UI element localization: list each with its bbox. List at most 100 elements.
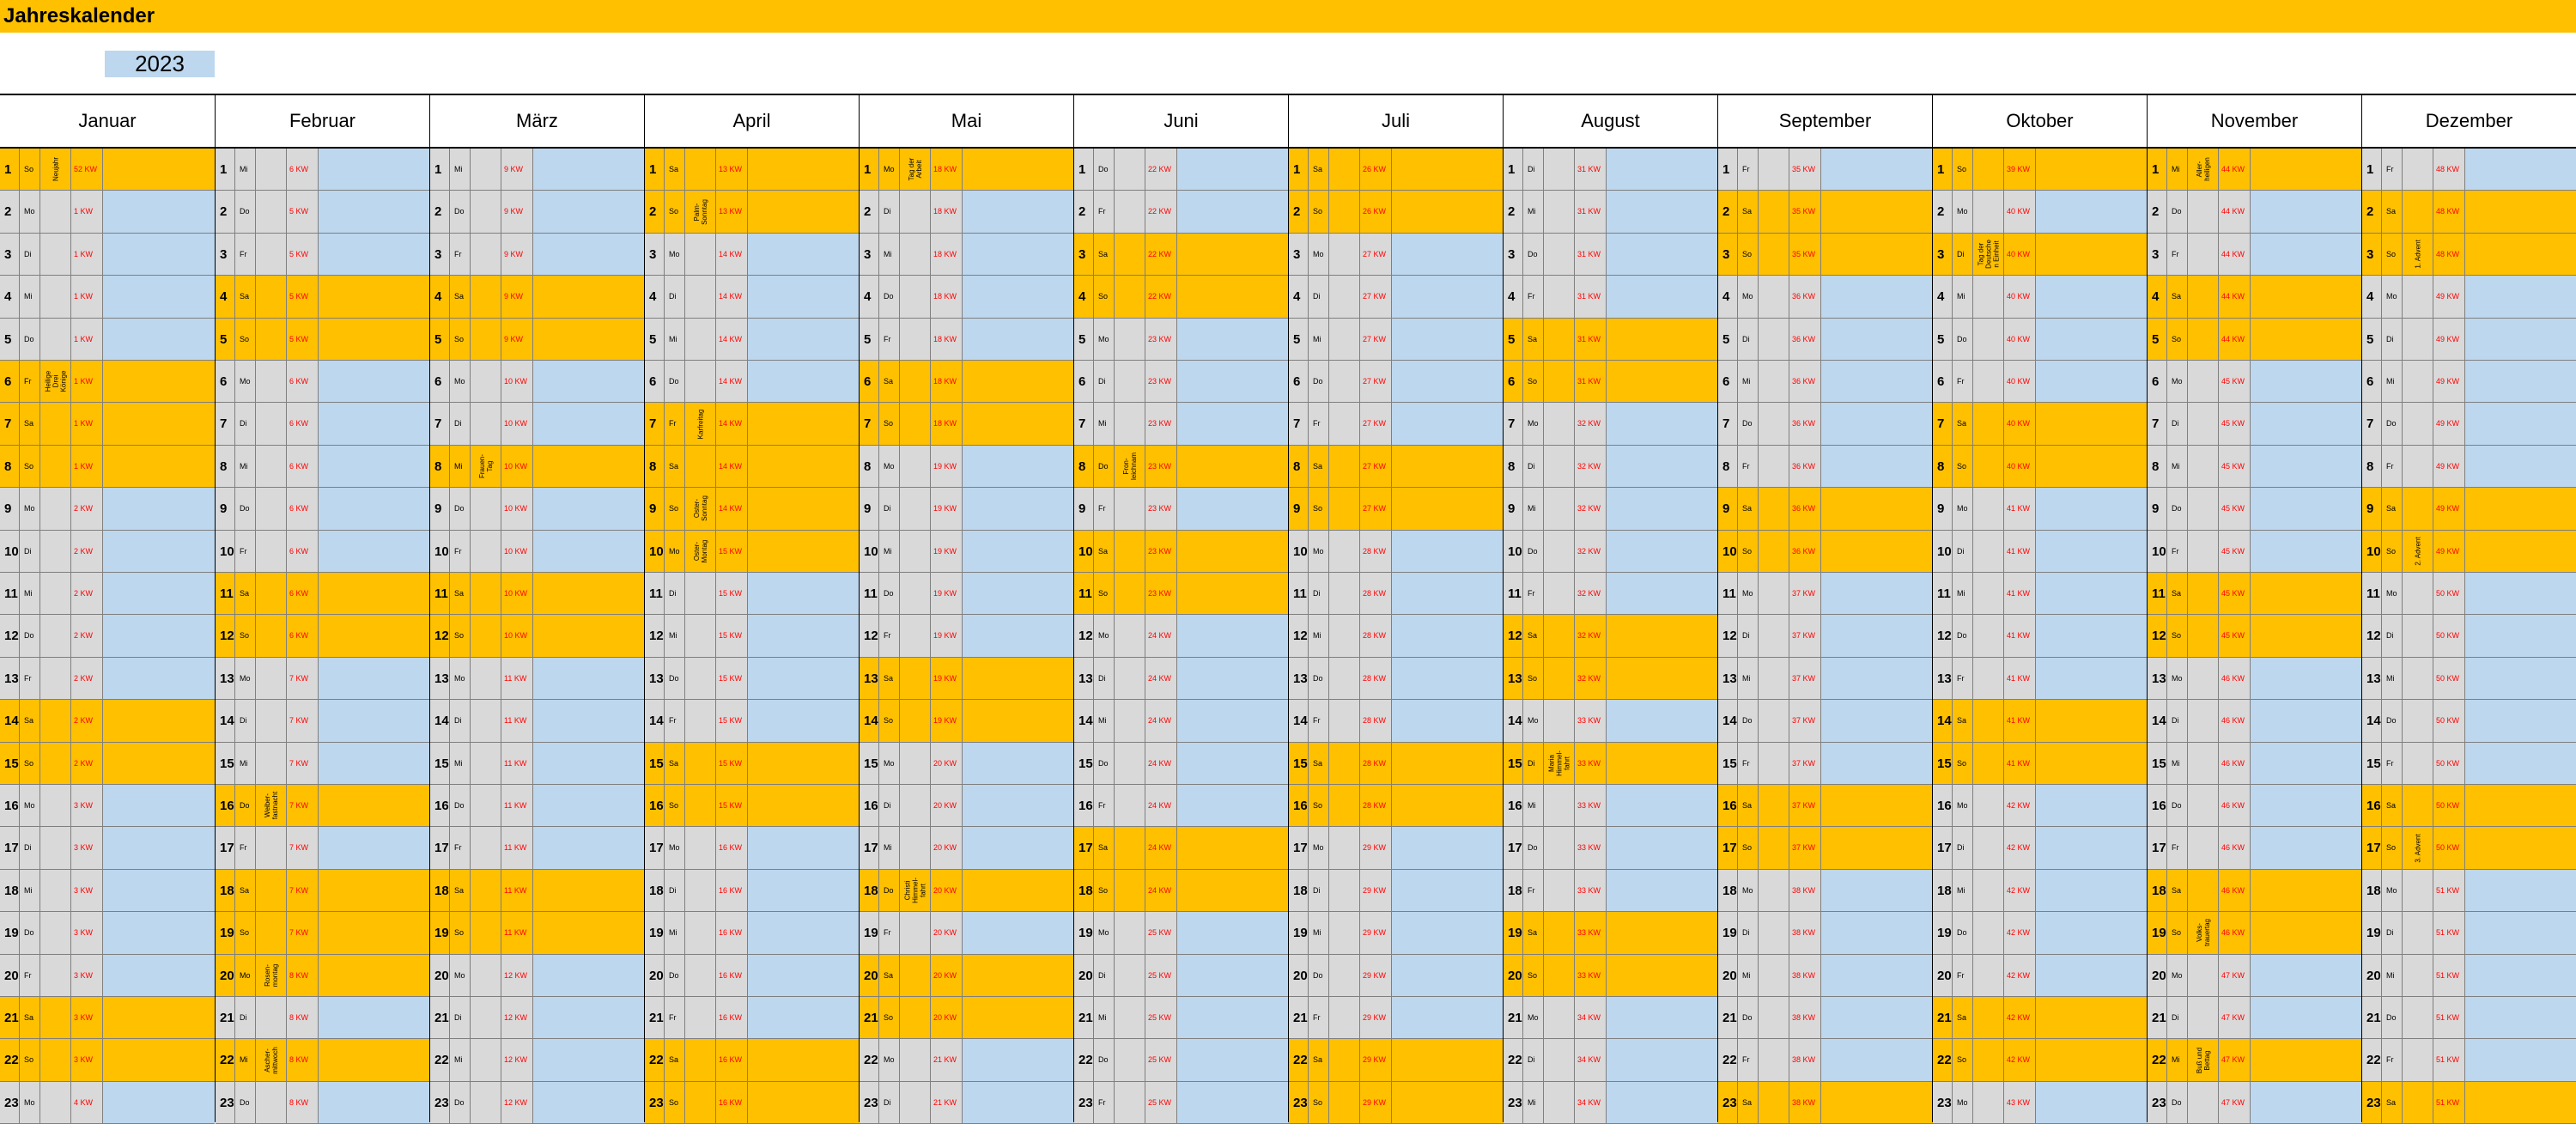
holiday-cell[interactable] [2188, 869, 2219, 912]
day-number[interactable]: 9 [430, 488, 450, 530]
day-number[interactable]: 13 [0, 657, 20, 700]
day-number[interactable]: 21 [860, 997, 879, 1039]
day-number[interactable]: 6 [1504, 361, 1523, 403]
day-number[interactable]: 17 [0, 827, 20, 869]
holiday-cell[interactable] [1329, 191, 1360, 233]
day-row[interactable]: 4 Di 14 KW [645, 276, 860, 319]
calendar-week-label[interactable]: 42 KW [2004, 1039, 2036, 1081]
weekday-label[interactable]: Do [2382, 997, 2403, 1039]
weekday-label[interactable]: So [20, 1039, 40, 1081]
weekday-label[interactable]: So [665, 1081, 685, 1124]
day-row[interactable]: 10 Fr 10 KW [430, 530, 645, 573]
weekday-label[interactable]: Fr [1738, 1039, 1759, 1081]
holiday-cell[interactable] [256, 657, 287, 700]
day-row[interactable]: 17 Sa 24 KW [1074, 827, 1289, 870]
calendar-week-label[interactable]: 3 KW [71, 827, 103, 869]
day-row[interactable]: 1 Do 22 KW [1074, 149, 1289, 191]
holiday-cell[interactable] [471, 573, 501, 615]
calendar-week-label[interactable]: 10 KW [501, 615, 533, 657]
day-row[interactable]: 1 Mi Aller- heiligen 44 KW [2148, 149, 2362, 191]
weekday-label[interactable]: Mo [1953, 1081, 1973, 1124]
holiday-cell[interactable] [256, 615, 287, 657]
weekday-label[interactable]: Di [450, 403, 471, 445]
day-number[interactable]: 7 [430, 403, 450, 445]
holiday-cell[interactable] [900, 191, 931, 233]
day-number[interactable]: 1 [1718, 149, 1738, 191]
day-row[interactable]: 7 Mi 23 KW [1074, 403, 1289, 446]
day-row[interactable]: 23 Do 8 KW [216, 1081, 430, 1124]
calendar-week-label[interactable]: 13 KW [716, 149, 748, 191]
day-row[interactable]: 11 Mo 37 KW [1718, 573, 1933, 616]
holiday-cell[interactable] [1115, 149, 1145, 191]
weekday-label[interactable]: Fr [1953, 361, 1973, 403]
month-header[interactable]: Juli [1289, 94, 1503, 149]
weekday-label[interactable]: Mi [20, 573, 40, 615]
weekday-label[interactable]: Sa [450, 276, 471, 318]
weekday-label[interactable]: Mi [1953, 869, 1973, 912]
weekday-label[interactable]: Di [879, 785, 900, 827]
weekday-label[interactable]: Do [235, 1081, 256, 1124]
weekday-label[interactable]: Do [1523, 233, 1544, 276]
weekday-label[interactable]: Sa [879, 954, 900, 996]
calendar-week-label[interactable]: 46 KW [2219, 700, 2251, 742]
day-row[interactable]: 18 Di 16 KW [645, 869, 860, 913]
weekday-label[interactable]: Do [1094, 445, 1115, 488]
day-number[interactable]: 12 [1074, 615, 1094, 657]
holiday-cell[interactable] [1759, 954, 1789, 996]
day-row[interactable]: 5 Di 36 KW [1718, 318, 1933, 361]
weekday-label[interactable]: So [1523, 361, 1544, 403]
day-row[interactable]: 8 So 40 KW [1933, 445, 2148, 489]
day-number[interactable]: 10 [216, 530, 235, 572]
day-row[interactable]: 8 Mo 19 KW [860, 445, 1074, 489]
weekday-label[interactable]: Do [1309, 657, 1329, 700]
weekday-label[interactable]: Mo [1309, 827, 1329, 869]
holiday-cell[interactable] [1759, 403, 1789, 445]
day-number[interactable]: 1 [1504, 149, 1523, 191]
holiday-cell[interactable] [1973, 700, 2004, 742]
calendar-week-label[interactable]: 40 KW [2004, 445, 2036, 488]
holiday-cell[interactable] [471, 361, 501, 403]
day-row[interactable]: 6 Mi 49 KW [2362, 361, 2576, 404]
calendar-week-label[interactable]: 49 KW [2433, 445, 2465, 488]
weekday-label[interactable]: Di [879, 191, 900, 233]
day-number[interactable]: 17 [1504, 827, 1523, 869]
calendar-week-label[interactable]: 47 KW [2219, 1081, 2251, 1124]
day-row[interactable]: 10 Mo 28 KW [1289, 530, 1504, 573]
day-row[interactable]: 14 Sa 2 KW [0, 700, 215, 743]
day-number[interactable]: 17 [1289, 827, 1309, 869]
holiday-cell[interactable] [900, 488, 931, 530]
weekday-label[interactable]: Sa [20, 997, 40, 1039]
holiday-cell[interactable] [685, 1039, 716, 1081]
weekday-label[interactable]: Di [2167, 403, 2188, 445]
calendar-week-label[interactable]: 1 KW [71, 318, 103, 360]
day-row[interactable]: 6 Mi 36 KW [1718, 361, 1933, 404]
calendar-week-label[interactable]: 42 KW [2004, 997, 2036, 1039]
day-row[interactable]: 19 So Volks- trauertag 46 KW [2148, 912, 2362, 955]
day-number[interactable]: 4 [1504, 276, 1523, 318]
weekday-label[interactable]: Mi [1309, 912, 1329, 954]
holiday-cell[interactable] [1544, 785, 1575, 827]
weekday-label[interactable]: Mi [1523, 191, 1544, 233]
day-row[interactable]: 17 So 37 KW [1718, 827, 1933, 870]
calendar-week-label[interactable]: 10 KW [501, 530, 533, 572]
calendar-week-label[interactable]: 39 KW [2004, 149, 2036, 191]
calendar-week-label[interactable]: 19 KW [931, 657, 963, 700]
calendar-week-label[interactable]: 33 KW [1575, 869, 1607, 912]
calendar-week-label[interactable]: 19 KW [931, 530, 963, 572]
weekday-label[interactable]: Do [2167, 191, 2188, 233]
weekday-label[interactable]: Sa [665, 742, 685, 784]
weekday-label[interactable]: Mo [235, 361, 256, 403]
day-row[interactable]: 1 Fr 35 KW [1718, 149, 1933, 191]
weekday-label[interactable]: So [1738, 530, 1759, 572]
day-number[interactable]: 12 [645, 615, 665, 657]
day-row[interactable]: 3 Sa 22 KW [1074, 233, 1289, 276]
holiday-cell[interactable] [2188, 997, 2219, 1039]
calendar-week-label[interactable]: 8 KW [287, 954, 319, 996]
day-row[interactable]: 11 Mo 50 KW [2362, 573, 2576, 616]
day-row[interactable]: 7 Di 45 KW [2148, 403, 2362, 446]
holiday-cell[interactable] [2188, 403, 2219, 445]
holiday-cell[interactable] [1759, 276, 1789, 318]
day-number[interactable]: 19 [1074, 912, 1094, 954]
calendar-week-label[interactable]: 41 KW [2004, 573, 2036, 615]
weekday-label[interactable]: Sa [1738, 191, 1759, 233]
